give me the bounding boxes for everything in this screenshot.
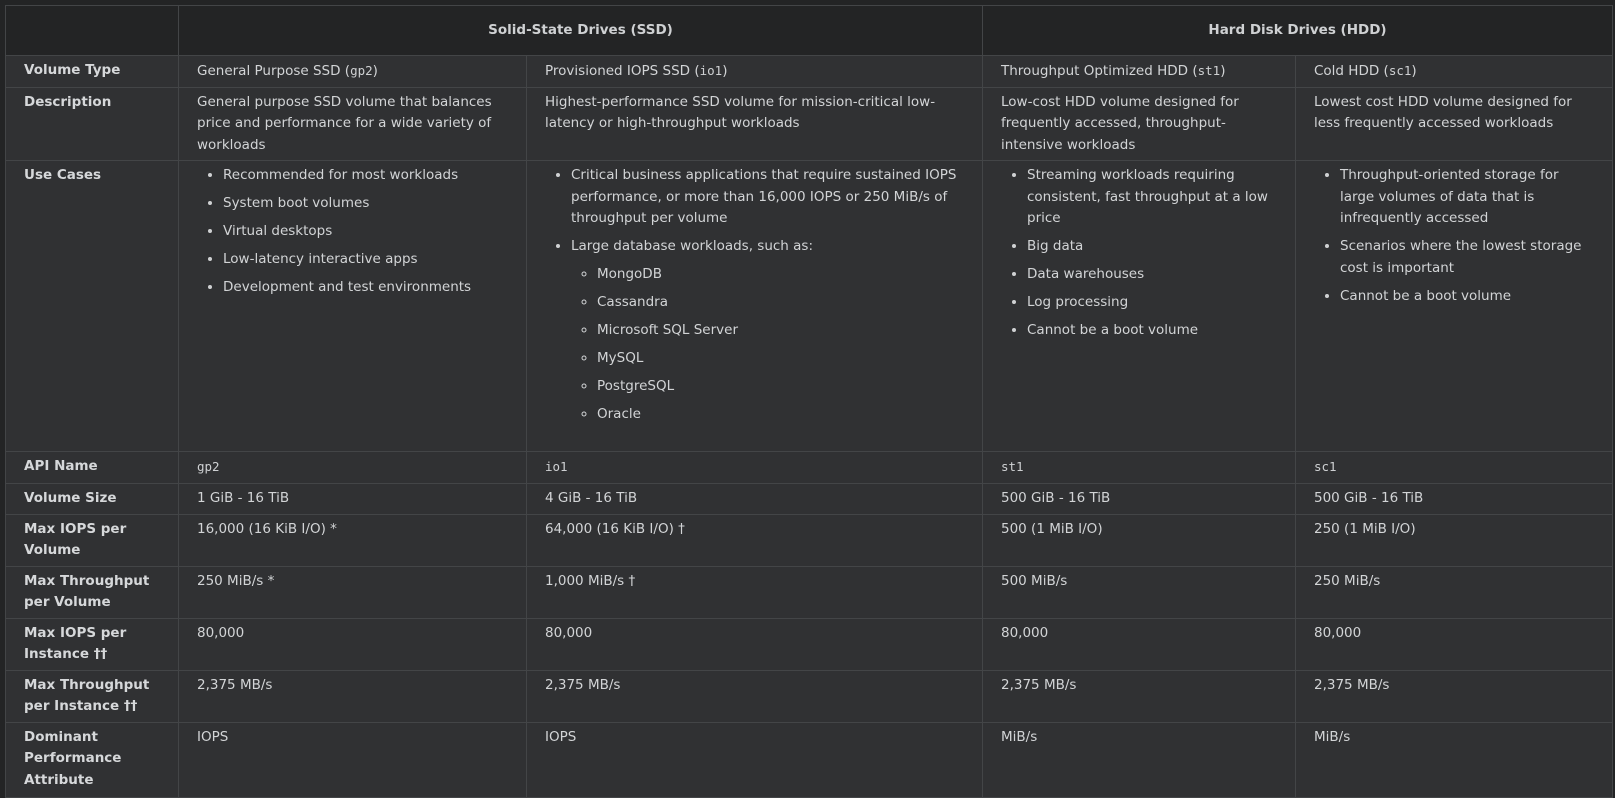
list-item: Virtual desktops [223, 221, 508, 243]
list-item: Scenarios where the lowest storage cost … [1340, 236, 1594, 279]
database-list: MongoDB Cassandra Microsoft SQL Server M… [571, 264, 964, 426]
list-item: MongoDB [597, 264, 964, 286]
use-case-list: Recommended for most workloads System bo… [197, 165, 508, 299]
cell-gp2: 1 GiB - 16 TiB [178, 482, 527, 515]
table-row-volume-size: Volume Size 1 GiB - 16 TiB 4 GiB - 16 Ti… [5, 482, 1613, 515]
cell-gp2: 250 MiB/s * [178, 565, 527, 619]
list-item: Big data [1027, 236, 1277, 258]
cell-io1: Critical business applications that requ… [526, 160, 983, 452]
corner-cell [5, 5, 179, 56]
row-label: Max IOPS per Volume [5, 513, 179, 567]
cell-st1: 2,375 MB/s [982, 669, 1296, 723]
use-case-list: Critical business applications that requ… [545, 165, 964, 425]
cell-gp2: IOPS [178, 721, 527, 798]
ebs-volume-types-table: Solid-State Drives (SSD) Hard Disk Drive… [5, 5, 1613, 798]
use-case-list: Throughput-oriented storage for large vo… [1314, 165, 1594, 307]
cell-sc1: Cold HDD (sc1) [1295, 55, 1613, 88]
row-label: Max Throughput per Volume [5, 565, 179, 619]
cell-sc1: 250 MiB/s [1295, 565, 1613, 619]
list-item: Cannot be a boot volume [1027, 320, 1277, 342]
table-row-api-name: API Name gp2 io1 st1 sc1 [5, 451, 1613, 484]
list-item: Streaming workloads requiring consistent… [1027, 165, 1277, 230]
cell-io1: io1 [526, 451, 983, 484]
list-item: Large database workloads, such as: Mongo… [571, 236, 964, 425]
cell-io1: IOPS [526, 721, 983, 798]
list-item: Data warehouses [1027, 264, 1277, 286]
cell-st1: Throughput Optimized HDD (st1) [982, 55, 1296, 88]
cell-gp2: 2,375 MB/s [178, 669, 527, 723]
cell-io1: 4 GiB - 16 TiB [526, 482, 983, 515]
row-label: Max IOPS per Instance †† [5, 617, 179, 671]
list-item: Oracle [597, 404, 964, 426]
row-label: Description [5, 86, 179, 161]
cell-gp2: 80,000 [178, 617, 527, 671]
volume-types-table-container: Solid-State Drives (SSD) Hard Disk Drive… [5, 5, 1613, 798]
cell-gp2: Recommended for most workloads System bo… [178, 160, 527, 452]
cell-io1: Highest-performance SSD volume for missi… [526, 86, 983, 161]
row-label: API Name [5, 451, 179, 484]
cell-sc1: 80,000 [1295, 617, 1613, 671]
list-item: Development and test environments [223, 277, 508, 299]
list-item: MySQL [597, 348, 964, 370]
cell-io1: 64,000 (16 KiB I/O) † [526, 513, 983, 567]
cell-st1: Streaming workloads requiring consistent… [982, 160, 1296, 452]
cell-io1: 2,375 MB/s [526, 669, 983, 723]
cell-sc1: Throughput-oriented storage for large vo… [1295, 160, 1613, 452]
table-row-max-iops-volume: Max IOPS per Volume 16,000 (16 KiB I/O) … [5, 513, 1613, 567]
list-item: Throughput-oriented storage for large vo… [1340, 165, 1594, 230]
cell-sc1: 250 (1 MiB I/O) [1295, 513, 1613, 567]
cell-io1: 80,000 [526, 617, 983, 671]
table-row-max-iops-instance: Max IOPS per Instance †† 80,000 80,000 8… [5, 617, 1613, 671]
cell-gp2: General Purpose SSD (gp2) [178, 55, 527, 88]
table-row-dominant-attribute: Dominant Performance Attribute IOPS IOPS… [5, 721, 1613, 798]
cell-gp2: gp2 [178, 451, 527, 484]
list-item: Log processing [1027, 292, 1277, 314]
cell-sc1: Lowest cost HDD volume designed for less… [1295, 86, 1613, 161]
table-row-use-cases: Use Cases Recommended for most workloads… [5, 160, 1613, 452]
ssd-group-header: Solid-State Drives (SSD) [178, 5, 983, 56]
group-header-row: Solid-State Drives (SSD) Hard Disk Drive… [5, 5, 1613, 56]
list-item: System boot volumes [223, 193, 508, 215]
row-label: Dominant Performance Attribute [5, 721, 179, 798]
hdd-group-header: Hard Disk Drives (HDD) [982, 5, 1613, 56]
list-item: PostgreSQL [597, 376, 964, 398]
use-case-list: Streaming workloads requiring consistent… [1001, 165, 1277, 342]
list-item: Recommended for most workloads [223, 165, 508, 187]
row-label: Volume Size [5, 482, 179, 515]
list-item: Cannot be a boot volume [1340, 286, 1594, 308]
row-label: Max Throughput per Instance †† [5, 669, 179, 723]
cell-st1: 500 GiB - 16 TiB [982, 482, 1296, 515]
table-row-volume-type: Volume Type General Purpose SSD (gp2) Pr… [5, 55, 1613, 88]
cell-st1: MiB/s [982, 721, 1296, 798]
row-label: Use Cases [5, 160, 179, 452]
row-label: Volume Type [5, 55, 179, 88]
cell-st1: st1 [982, 451, 1296, 484]
table-row-max-throughput-volume: Max Throughput per Volume 250 MiB/s * 1,… [5, 565, 1613, 619]
list-item: Microsoft SQL Server [597, 320, 964, 342]
cell-io1: 1,000 MiB/s † [526, 565, 983, 619]
cell-st1: Low-cost HDD volume designed for frequen… [982, 86, 1296, 161]
cell-gp2: 16,000 (16 KiB I/O) * [178, 513, 527, 567]
cell-sc1: 2,375 MB/s [1295, 669, 1613, 723]
cell-st1: 80,000 [982, 617, 1296, 671]
table-row-description: Description General purpose SSD volume t… [5, 86, 1613, 161]
cell-st1: 500 MiB/s [982, 565, 1296, 619]
list-item: Cassandra [597, 292, 964, 314]
cell-st1: 500 (1 MiB I/O) [982, 513, 1296, 567]
table-row-max-throughput-instance: Max Throughput per Instance †† 2,375 MB/… [5, 669, 1613, 723]
cell-sc1: MiB/s [1295, 721, 1613, 798]
cell-io1: Provisioned IOPS SSD (io1) [526, 55, 983, 88]
list-item: Critical business applications that requ… [571, 165, 964, 230]
cell-sc1: 500 GiB - 16 TiB [1295, 482, 1613, 515]
cell-gp2: General purpose SSD volume that balances… [178, 86, 527, 161]
list-item: Low-latency interactive apps [223, 249, 508, 271]
cell-sc1: sc1 [1295, 451, 1613, 484]
